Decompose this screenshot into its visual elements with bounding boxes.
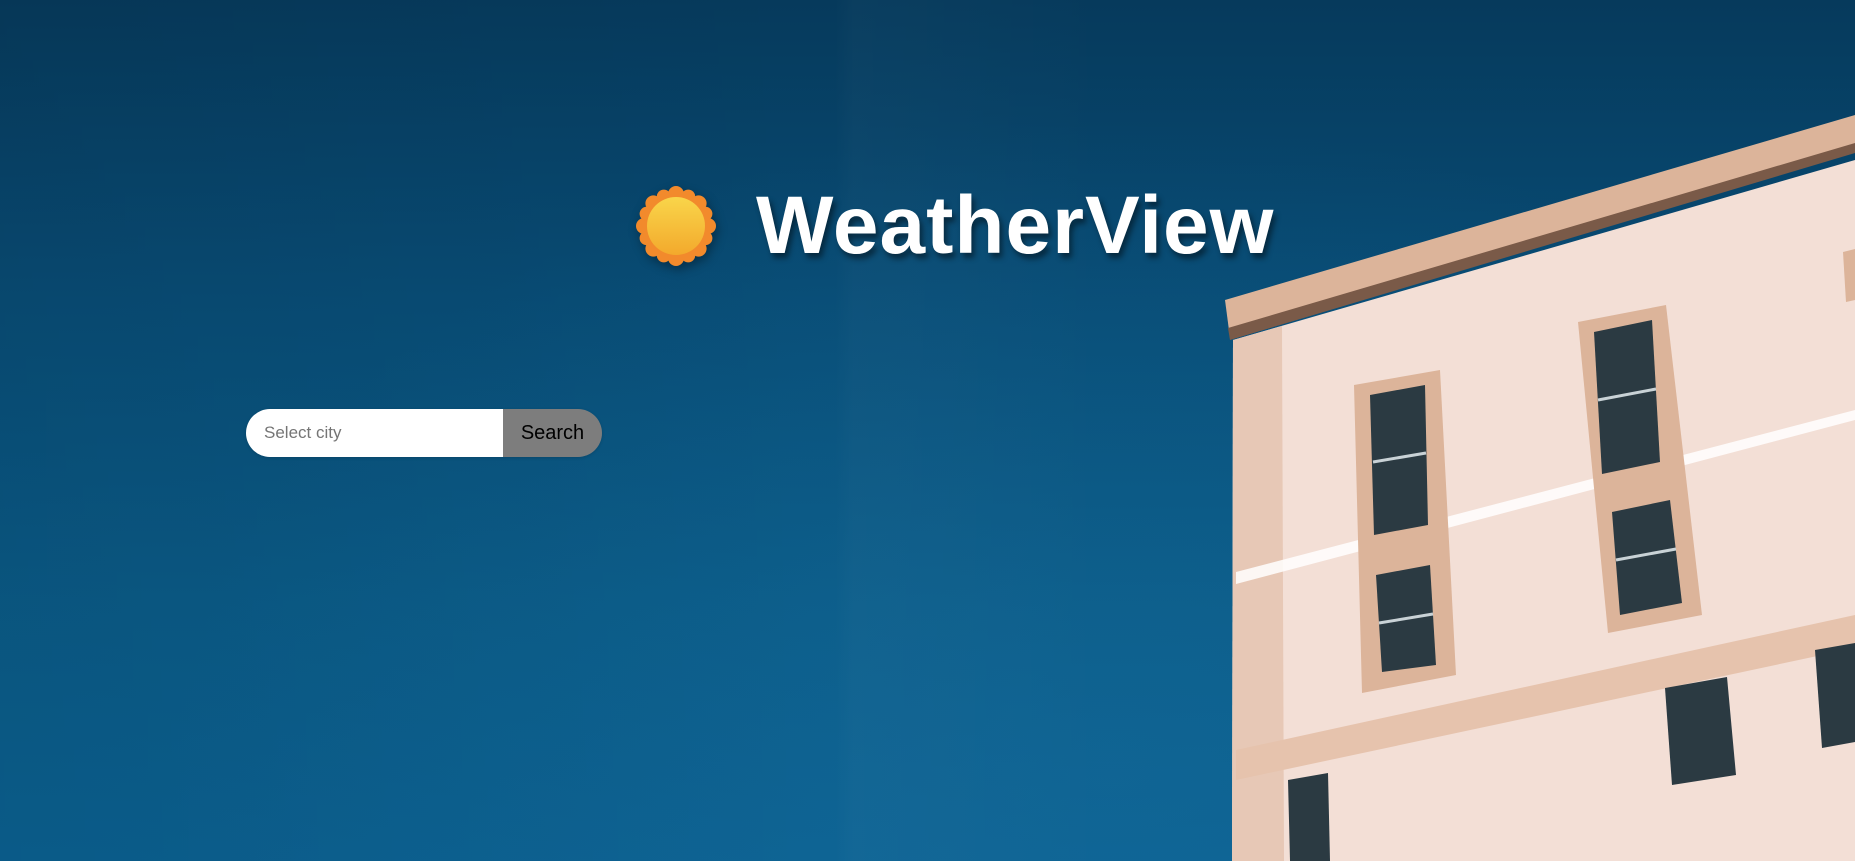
window-d xyxy=(1815,643,1855,748)
app-header: WeatherView xyxy=(636,185,1274,267)
search-button[interactable]: Search xyxy=(503,409,602,457)
window-c xyxy=(1665,677,1736,785)
app-title: WeatherView xyxy=(756,180,1275,271)
city-search-input[interactable] xyxy=(246,409,503,457)
weather-landing-page: WeatherView Search xyxy=(0,0,1855,861)
window-b1 xyxy=(1594,320,1660,474)
building-corner xyxy=(1232,326,1284,861)
window-e xyxy=(1288,773,1330,861)
sun-icon xyxy=(636,186,716,266)
city-search-bar: Search xyxy=(246,409,602,457)
